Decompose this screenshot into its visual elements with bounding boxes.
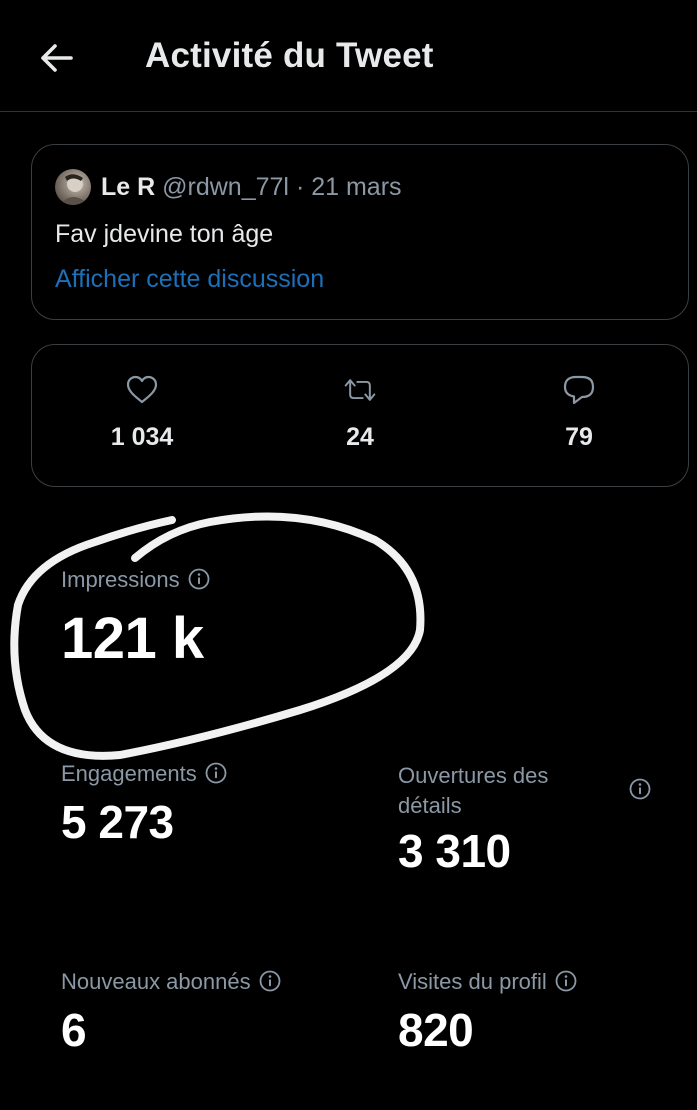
author-handle[interactable]: @rdwn_77l xyxy=(162,173,289,201)
engagement-stats-card: 1 034 24 79 xyxy=(31,344,689,487)
detail-expands-label-line2: détails xyxy=(398,793,462,818)
arrow-left-icon xyxy=(41,44,73,72)
back-button[interactable] xyxy=(34,38,78,78)
profile-visits-label-row: Visites du profil xyxy=(398,969,577,995)
info-icon[interactable] xyxy=(259,970,281,992)
impressions-label-row: Impressions xyxy=(61,567,210,593)
retweet-icon[interactable] xyxy=(343,373,377,407)
tweet-card[interactable]: Le R @rdwn_77l · 21 mars Fav jdevine ton… xyxy=(31,144,689,320)
retweets-stat: 24 xyxy=(280,373,440,452)
replies-stat: 79 xyxy=(499,373,659,452)
user-avatar-icon xyxy=(59,174,89,205)
app-header: Activité du Tweet xyxy=(0,0,697,112)
detail-expands-value: 3 310 xyxy=(398,825,511,877)
page-title: Activité du Tweet xyxy=(145,36,434,75)
author-name[interactable]: Le R xyxy=(101,173,155,201)
show-thread-link[interactable]: Afficher cette discussion xyxy=(55,265,324,294)
reply-bubble-icon[interactable] xyxy=(562,373,596,407)
retweets-count: 24 xyxy=(346,423,374,451)
new-followers-label-row: Nouveaux abonnés xyxy=(61,969,281,995)
tweet-date[interactable]: 21 mars xyxy=(311,173,401,201)
detail-expands-label: Ouvertures des détails xyxy=(398,761,548,821)
impressions-label: Impressions xyxy=(61,567,180,592)
profile-visits-value: 820 xyxy=(398,1004,474,1056)
meta-separator: · xyxy=(295,173,305,201)
info-icon[interactable] xyxy=(205,762,227,784)
heart-icon[interactable] xyxy=(125,373,159,407)
info-icon[interactable] xyxy=(629,778,651,800)
engagements-value: 5 273 xyxy=(61,796,174,848)
new-followers-label: Nouveaux abonnés xyxy=(61,969,251,994)
new-followers-value: 6 xyxy=(61,1004,87,1056)
tweet-activity-page: Activité du Tweet Le R @rdwn_77l · 21 ma… xyxy=(0,0,697,1110)
engagements-label: Engagements xyxy=(61,761,197,786)
likes-stat: 1 034 xyxy=(62,373,222,452)
replies-count: 79 xyxy=(565,423,593,451)
detail-expands-label-line1: Ouvertures des xyxy=(398,763,549,788)
info-icon[interactable] xyxy=(188,568,210,590)
info-icon[interactable] xyxy=(555,970,577,992)
profile-visits-label: Visites du profil xyxy=(398,969,547,994)
tweet-author-line: Le R @rdwn_77l · 21 mars xyxy=(101,173,402,202)
impressions-value: 121 k xyxy=(61,606,204,671)
avatar[interactable] xyxy=(55,169,91,205)
engagements-label-row: Engagements xyxy=(61,761,227,787)
tweet-text: Fav jdevine ton âge xyxy=(55,220,274,248)
likes-count: 1 034 xyxy=(110,423,174,451)
